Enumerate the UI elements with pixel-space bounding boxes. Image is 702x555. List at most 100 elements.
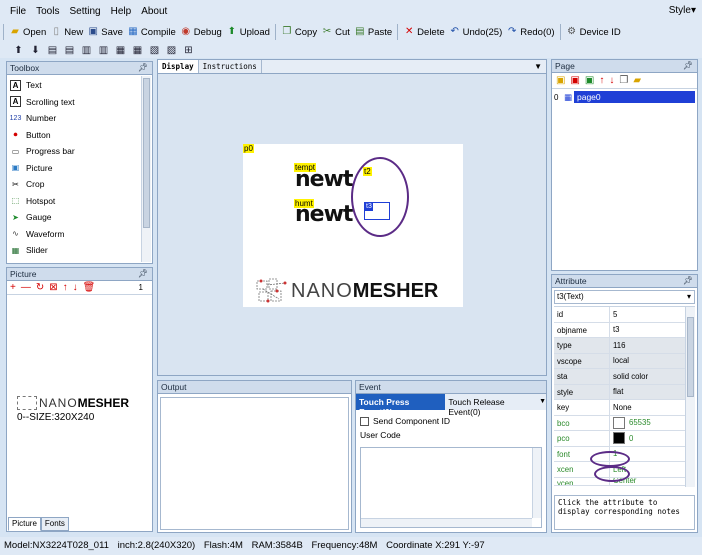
- tool-progress-bar[interactable]: ▭ Progress bar: [7, 143, 152, 160]
- attr-row-objname[interactable]: objname t3: [554, 322, 695, 338]
- save-button[interactable]: ▣ Save: [85, 23, 125, 41]
- pin-icon[interactable]: 📌︎: [138, 62, 148, 74]
- scroll-thumb[interactable]: [687, 317, 694, 397]
- attr-row-id[interactable]: id 5: [554, 307, 695, 323]
- tool-scrolling-text[interactable]: A Scrolling text: [7, 94, 152, 111]
- attr-row-vscope[interactable]: vscope local: [554, 353, 695, 369]
- page-list-item[interactable]: 0 ▦ page0: [554, 91, 695, 103]
- scroll-thumb[interactable]: [143, 78, 150, 228]
- move-down-icon[interactable]: ↓: [73, 282, 78, 293]
- open-label: Open: [23, 26, 47, 38]
- same-width-icon[interactable]: ▧: [148, 44, 161, 57]
- tool-button[interactable]: ⏺ Button: [7, 127, 152, 144]
- tab-fonts[interactable]: Fonts: [40, 517, 69, 531]
- add-page-icon[interactable]: ▣: [556, 75, 565, 86]
- device-id-button[interactable]: ⚙ Device ID: [564, 23, 623, 41]
- tab-display[interactable]: Display: [158, 60, 199, 73]
- tool-hotspot[interactable]: ⬚ Hotspot: [7, 193, 152, 210]
- tab-touch-press[interactable]: Touch Press Event(0): [356, 394, 446, 417]
- copy-page-icon[interactable]: ❐: [619, 75, 628, 86]
- align-right-icon[interactable]: ▤: [63, 44, 76, 57]
- new-button[interactable]: ▯ New: [48, 23, 85, 41]
- menu-style[interactable]: Style▾: [669, 5, 696, 16]
- display-menu-arrow[interactable]: ▼: [534, 62, 542, 71]
- attr-row-type[interactable]: type 116: [554, 338, 695, 354]
- paste-button[interactable]: ▤ Paste: [352, 23, 394, 41]
- tab-picture[interactable]: Picture: [8, 517, 41, 531]
- redo-button[interactable]: ↷ Redo(0): [504, 23, 556, 41]
- align-bottom-icon[interactable]: ▥: [97, 44, 110, 57]
- menu-setting[interactable]: Setting: [69, 6, 100, 17]
- copy-button[interactable]: ❐ Copy: [279, 23, 319, 41]
- align-top-icon[interactable]: ▥: [80, 44, 93, 57]
- attr-row-style[interactable]: style flat: [554, 384, 695, 400]
- attr-key: type: [554, 338, 610, 353]
- compile-button[interactable]: ▦ Compile: [125, 23, 178, 41]
- tool-gauge[interactable]: ➤ Gauge: [7, 209, 152, 226]
- tab-scroll-arrow-icon[interactable]: ▼: [539, 394, 546, 410]
- insert-page-icon[interactable]: ▣: [585, 75, 594, 86]
- cut-button[interactable]: ✂ Cut: [319, 23, 352, 41]
- tool-waveform[interactable]: ∿ Waveform: [7, 226, 152, 243]
- send-component-id-checkbox[interactable]: [360, 416, 369, 426]
- undo-button[interactable]: ↶ Undo(25): [447, 23, 505, 41]
- toolbox-scrollbar[interactable]: [141, 76, 151, 262]
- newt-text-1[interactable]: newt: [295, 169, 353, 191]
- pin-icon[interactable]: 📌︎: [683, 60, 693, 72]
- user-code-editor[interactable]: [360, 447, 542, 528]
- tool-number[interactable]: 123 Number: [7, 110, 152, 127]
- component-select[interactable]: t3(Text) ▾: [554, 290, 695, 304]
- attr-row-key[interactable]: key None: [554, 400, 695, 416]
- menu-tools[interactable]: Tools: [36, 6, 59, 17]
- menu-about[interactable]: About: [141, 6, 167, 17]
- tool-crop[interactable]: ✂ Crop: [7, 176, 152, 193]
- color-swatch-white[interactable]: [613, 416, 625, 429]
- design-canvas[interactable]: p0 tempt newt t2 humt newt t3 NANO MESHER: [243, 144, 463, 307]
- move-down-icon[interactable]: ↓: [609, 75, 614, 86]
- menu-bar: File Tools Setting Help About Style▾: [0, 0, 702, 22]
- tool-picture[interactable]: ▣ Picture: [7, 160, 152, 177]
- tab-instructions[interactable]: Instructions: [199, 60, 262, 73]
- same-height-icon[interactable]: ▨: [165, 44, 178, 57]
- tab-touch-release[interactable]: Touch Release Event(0): [445, 394, 539, 417]
- attr-key: pco: [554, 431, 610, 446]
- attr-row-bco[interactable]: bco 65535: [554, 415, 695, 431]
- move-up-icon[interactable]: ↑: [63, 282, 68, 293]
- move-up-icon[interactable]: ↑: [599, 75, 604, 86]
- export-icon[interactable]: ⊠: [49, 282, 57, 293]
- newt-text-2[interactable]: newt: [295, 204, 353, 226]
- editor-hscrollbar[interactable]: [361, 518, 532, 527]
- tool-text[interactable]: A Text: [7, 77, 152, 94]
- output-textarea[interactable]: [160, 397, 349, 530]
- attribute-scrollbar[interactable]: [685, 307, 695, 487]
- delete-page-icon[interactable]: ▣: [570, 75, 579, 86]
- scissors-icon: ✂: [12, 179, 19, 189]
- pin-icon[interactable]: 📌︎: [138, 268, 148, 280]
- replace-icon[interactable]: ↻: [36, 282, 44, 293]
- color-swatch-black[interactable]: [613, 432, 625, 445]
- editor-vscrollbar[interactable]: [532, 448, 541, 518]
- move-down-icon[interactable]: ⬇: [29, 44, 42, 57]
- pin-icon[interactable]: 📌︎: [683, 275, 693, 287]
- tool-slider[interactable]: ▦ Slider: [7, 242, 152, 259]
- import-page-icon[interactable]: ▰: [633, 75, 641, 86]
- trash-icon[interactable]: 🗑︎: [83, 282, 96, 293]
- picture-thumbnail[interactable]: NANO MESHER 0--SIZE:320X240: [17, 396, 129, 423]
- delete-button[interactable]: ✕ Delete: [401, 23, 446, 41]
- align-center-v-icon[interactable]: ▦: [131, 44, 144, 57]
- add-icon[interactable]: +: [10, 282, 16, 293]
- debug-button[interactable]: ◉ Debug: [178, 23, 224, 41]
- upload-button[interactable]: ⬆ Upload: [224, 23, 272, 41]
- grid-icon[interactable]: ⊞: [182, 44, 195, 57]
- move-up-icon[interactable]: ⬆: [12, 44, 25, 57]
- menu-help[interactable]: Help: [111, 6, 132, 17]
- open-button[interactable]: ▰ Open: [7, 23, 48, 41]
- menu-file[interactable]: File: [10, 6, 26, 17]
- attr-row-pco[interactable]: pco 0: [554, 431, 695, 447]
- remove-icon[interactable]: —: [21, 282, 31, 293]
- attr-row-sta[interactable]: sta solid color: [554, 369, 695, 385]
- upload-label: Upload: [239, 26, 270, 38]
- logo-nano-text: NANO: [39, 396, 78, 410]
- align-center-h-icon[interactable]: ▦: [114, 44, 127, 57]
- align-left-icon[interactable]: ▤: [46, 44, 59, 57]
